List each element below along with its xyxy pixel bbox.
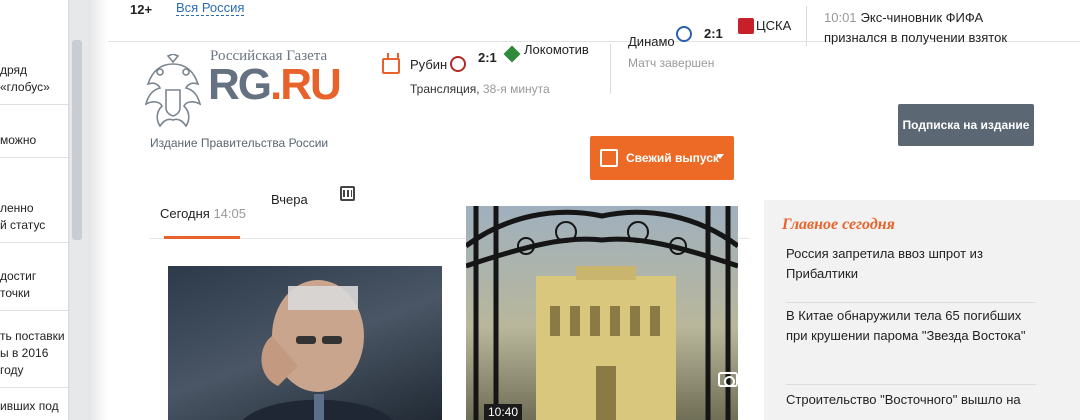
- subscribe-button[interactable]: Подписка на издание: [898, 104, 1034, 146]
- sidebar-scroll-thumb[interactable]: [72, 40, 82, 240]
- left-news-item[interactable]: достиг точки: [0, 268, 68, 311]
- match1-home-team[interactable]: Рубин: [410, 57, 447, 72]
- left-news-item[interactable]: ленно й статус: [0, 200, 68, 243]
- main-today-item[interactable]: Россия запретила ввоз шпрот из Прибалтик…: [786, 244, 1036, 284]
- logo-tagline: Издание Правительства России: [150, 136, 329, 150]
- fresh-issue-label: Свежий выпуск: [626, 151, 719, 165]
- score-divider: [610, 44, 611, 94]
- site-logo[interactable]: Российская Газета RG.RU Издание Правител…: [142, 48, 362, 160]
- age-rating-badge: 12+: [130, 2, 153, 17]
- logo-wordmark: RG.RU: [208, 60, 342, 109]
- match1-score: 2:1: [478, 50, 497, 65]
- tab-yesterday[interactable]: Вчера: [271, 192, 308, 207]
- news-flash-time: 10:01: [824, 10, 857, 25]
- bank-building-photo-art: [466, 206, 738, 420]
- politician-photo-art: [242, 280, 394, 420]
- news-divider: [806, 6, 807, 46]
- main-today-heading: Главное сегодня: [782, 216, 895, 233]
- left-news-item[interactable]: дряд «глобус»: [0, 62, 68, 105]
- main-today-item[interactable]: Строительство "Восточного" вышло на: [786, 390, 1036, 410]
- sidebar-shadow: [88, 0, 108, 420]
- dinamo-club-icon: [676, 26, 692, 42]
- news-photo-bank-building[interactable]: [466, 206, 738, 420]
- news-flash-line2: признался в получении взяток: [824, 30, 1008, 45]
- cska-club-icon: [738, 18, 754, 34]
- news-flash-line1: Экс-чиновник ФИФА: [860, 10, 984, 25]
- camera-icon: [718, 372, 738, 387]
- newspaper-icon: [600, 149, 618, 167]
- match1-status: Трансляция, 38-я минута: [410, 82, 550, 96]
- main-today-separator: [786, 302, 1036, 303]
- news-photo-politician[interactable]: [168, 266, 442, 420]
- match2-away-team[interactable]: ЦСКА: [756, 18, 791, 33]
- chevron-down-icon: [716, 154, 724, 159]
- left-news-item[interactable]: ивших под: [0, 398, 68, 420]
- active-tab-indicator: [164, 236, 240, 239]
- region-selector-link[interactable]: Вся Россия: [176, 0, 245, 16]
- match2-score: 2:1: [704, 26, 723, 41]
- main-today-item[interactable]: В Китае обнаружили тела 65 погибших при …: [786, 306, 1036, 346]
- match2-status: Матч завершен: [628, 56, 715, 70]
- double-headed-eagle-icon: [144, 54, 202, 128]
- main-today-separator: [786, 384, 1036, 385]
- photo-time-badge: 10:40: [484, 404, 523, 420]
- tv-broadcast-icon: [382, 58, 400, 74]
- fresh-issue-button[interactable]: Свежий выпуск: [590, 136, 734, 180]
- left-news-item[interactable]: можно: [0, 132, 68, 158]
- match2-home-team[interactable]: Динамо: [628, 34, 675, 49]
- main-today-panel: Главное сегодня Россия запретила ввоз шп…: [764, 200, 1080, 420]
- news-flash[interactable]: 10:01 Экс-чиновник ФИФА признался в получ…: [824, 8, 1007, 48]
- left-sidebar: дряд «глобус» можно ленно й статус дости…: [0, 0, 88, 420]
- left-news-item[interactable]: ть поставки ы в 2016 году: [0, 328, 68, 388]
- tab-today[interactable]: Сегодня 14:05: [160, 206, 246, 221]
- lokomotiv-club-icon: [503, 45, 521, 63]
- match1-away-team[interactable]: Локомотив: [524, 42, 589, 57]
- rubin-club-icon: [450, 56, 466, 72]
- calendar-icon[interactable]: [340, 186, 355, 201]
